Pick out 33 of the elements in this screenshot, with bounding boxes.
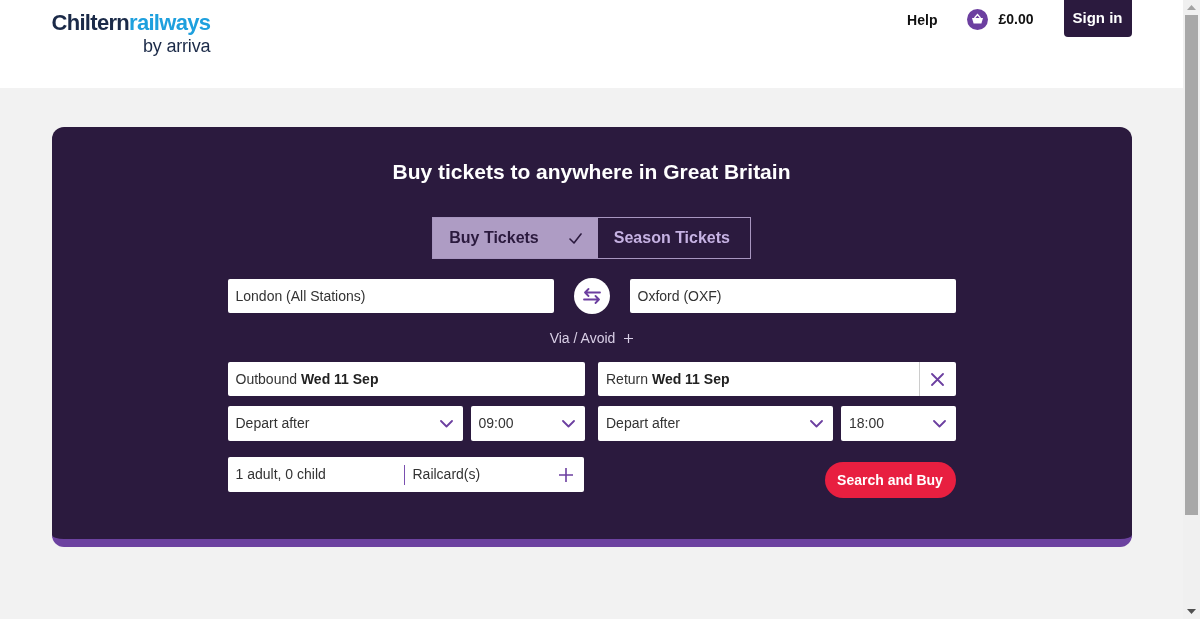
logo-tagline: by arriva	[143, 35, 211, 57]
swap-stations-button[interactable]	[573, 278, 610, 314]
logo-wordmark: Chilternrailways	[51, 11, 211, 35]
scroll-down-arrow-icon[interactable]	[1187, 609, 1196, 614]
passenger-selector[interactable]: 1 adult, 0 child	[227, 457, 404, 492]
outbound-date-field[interactable]: Outbound Wed 11 Sep	[227, 362, 585, 396]
check-icon	[568, 232, 582, 244]
scrollbar-thumb[interactable]	[1185, 15, 1198, 515]
railcard-button[interactable]: Railcard(s)	[404, 457, 584, 492]
ticket-tab[interactable]: Season Tickets	[597, 218, 750, 258]
sign-in-button[interactable]: Sign in	[1063, 0, 1132, 37]
search-and-buy-button[interactable]: Search and Buy	[824, 462, 956, 498]
close-icon	[931, 372, 944, 386]
chevron-down-icon	[439, 419, 453, 428]
plus-icon	[558, 467, 573, 482]
via-avoid-link[interactable]: Via / Avoid	[549, 327, 634, 349]
chevron-down-icon	[932, 419, 946, 428]
time-dropdown[interactable]: 18:00	[841, 406, 956, 441]
origin-station-field[interactable]: London (All Stations)	[227, 279, 554, 313]
depart-mode-dropdown[interactable]: Depart after	[227, 406, 463, 441]
swap-icon	[582, 288, 601, 304]
return-date-field[interactable]: Return Wed 11 Sep	[598, 362, 956, 396]
ticket-tab[interactable]: Buy Tickets	[433, 218, 598, 258]
time-dropdown[interactable]: 09:00	[470, 406, 585, 441]
destination-station-field[interactable]: Oxford (OXF)	[629, 279, 956, 313]
basket-icon	[967, 9, 989, 30]
plus-icon	[624, 333, 634, 343]
basket-link[interactable]: £0.00	[967, 9, 1034, 30]
chevron-down-icon	[810, 419, 823, 428]
chevron-down-icon	[562, 419, 575, 428]
panel-title: Buy tickets to anywhere in Great Britain	[391, 159, 792, 185]
help-link[interactable]: Help	[907, 10, 938, 31]
depart-mode-dropdown[interactable]: Depart after	[598, 406, 833, 441]
